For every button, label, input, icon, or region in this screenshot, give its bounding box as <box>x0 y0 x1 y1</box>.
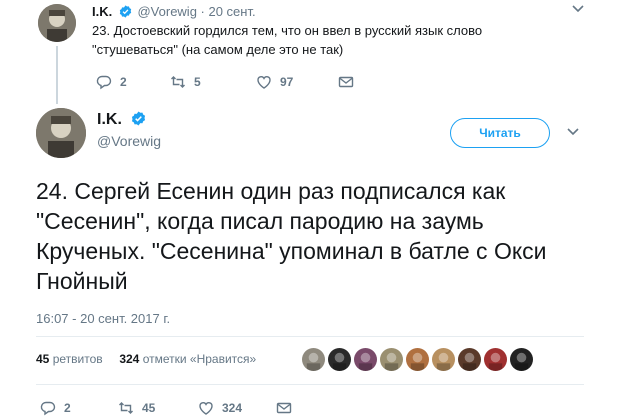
parent-dm-button[interactable] <box>338 74 354 90</box>
reply-count: 2 <box>64 401 71 415</box>
retweet-count: 45 <box>142 401 156 415</box>
likes-count: 324 <box>119 352 140 366</box>
parent-avatar[interactable] <box>38 4 76 42</box>
parent-reply-button[interactable]: 2 <box>96 74 127 90</box>
chevron-down-icon[interactable] <box>567 125 579 139</box>
tweet-text: 24. Сергей Есенин один раз подписался ка… <box>36 178 547 294</box>
author-name[interactable]: I.K. <box>97 111 122 128</box>
divider <box>36 384 584 385</box>
parent-like-button[interactable]: 97 <box>256 74 293 90</box>
parent-tweet-header: I.K. @Vorewig · 20 сент. <box>92 4 256 20</box>
liker-avatar[interactable] <box>302 348 325 371</box>
thread-connector-line <box>56 46 58 104</box>
retweets-count: 45 <box>36 352 50 366</box>
parent-tweet-text: 23. Достоевский гордился тем, что он вве… <box>92 23 483 57</box>
liker-avatar[interactable] <box>354 348 377 371</box>
reply-icon <box>40 401 56 416</box>
tweet-timestamp[interactable]: 16:07 - 20 сент. 2017 г. <box>36 311 170 326</box>
likers-avatar-list <box>302 348 533 371</box>
verified-badge-icon <box>119 5 132 18</box>
liker-avatar[interactable] <box>328 348 351 371</box>
parent-retweet-count: 5 <box>194 75 201 89</box>
liker-avatar[interactable] <box>458 348 481 371</box>
retweets-stat[interactable]: 45 ретвитов <box>36 352 103 366</box>
author-avatar[interactable] <box>36 108 86 158</box>
retweet-icon <box>171 76 185 88</box>
like-button[interactable]: 324 <box>198 400 242 416</box>
parent-reply-count: 2 <box>120 75 127 89</box>
retweets-label: ретвитов <box>52 352 103 366</box>
author-name-row: I.K. <box>97 110 148 130</box>
parent-like-count: 97 <box>280 75 294 89</box>
chevron-down-icon[interactable] <box>572 2 584 16</box>
like-count: 324 <box>222 401 243 415</box>
liker-avatar[interactable] <box>406 348 429 371</box>
reply-button[interactable]: 2 <box>40 400 71 416</box>
like-icon <box>257 76 271 89</box>
liker-avatar[interactable] <box>432 348 455 371</box>
verified-badge-icon <box>131 111 146 126</box>
follow-button[interactable]: Читать <box>450 118 550 148</box>
parent-retweet-button[interactable]: 5 <box>170 74 201 90</box>
dm-button[interactable] <box>276 400 292 416</box>
likes-stat[interactable]: 324 отметки «Нравится» <box>119 352 256 366</box>
parent-author-name[interactable]: I.K. <box>92 4 112 19</box>
liker-avatar[interactable] <box>510 348 533 371</box>
direct-message-icon <box>276 402 292 414</box>
liker-avatar[interactable] <box>484 348 507 371</box>
like-icon <box>199 402 213 415</box>
reply-icon <box>96 75 112 90</box>
tweet-stats: 45 ретвитов 324 отметки «Нравится» <box>36 352 256 366</box>
direct-message-icon <box>338 76 354 88</box>
liker-avatar[interactable] <box>380 348 403 371</box>
likes-label: отметки «Нравится» <box>142 352 257 366</box>
parent-handle-date[interactable]: @Vorewig · 20 сент. <box>137 4 255 19</box>
retweet-icon <box>119 402 133 414</box>
retweet-button[interactable]: 45 <box>118 400 155 416</box>
divider <box>36 336 584 337</box>
author-handle[interactable]: @Vorewig <box>97 133 161 149</box>
